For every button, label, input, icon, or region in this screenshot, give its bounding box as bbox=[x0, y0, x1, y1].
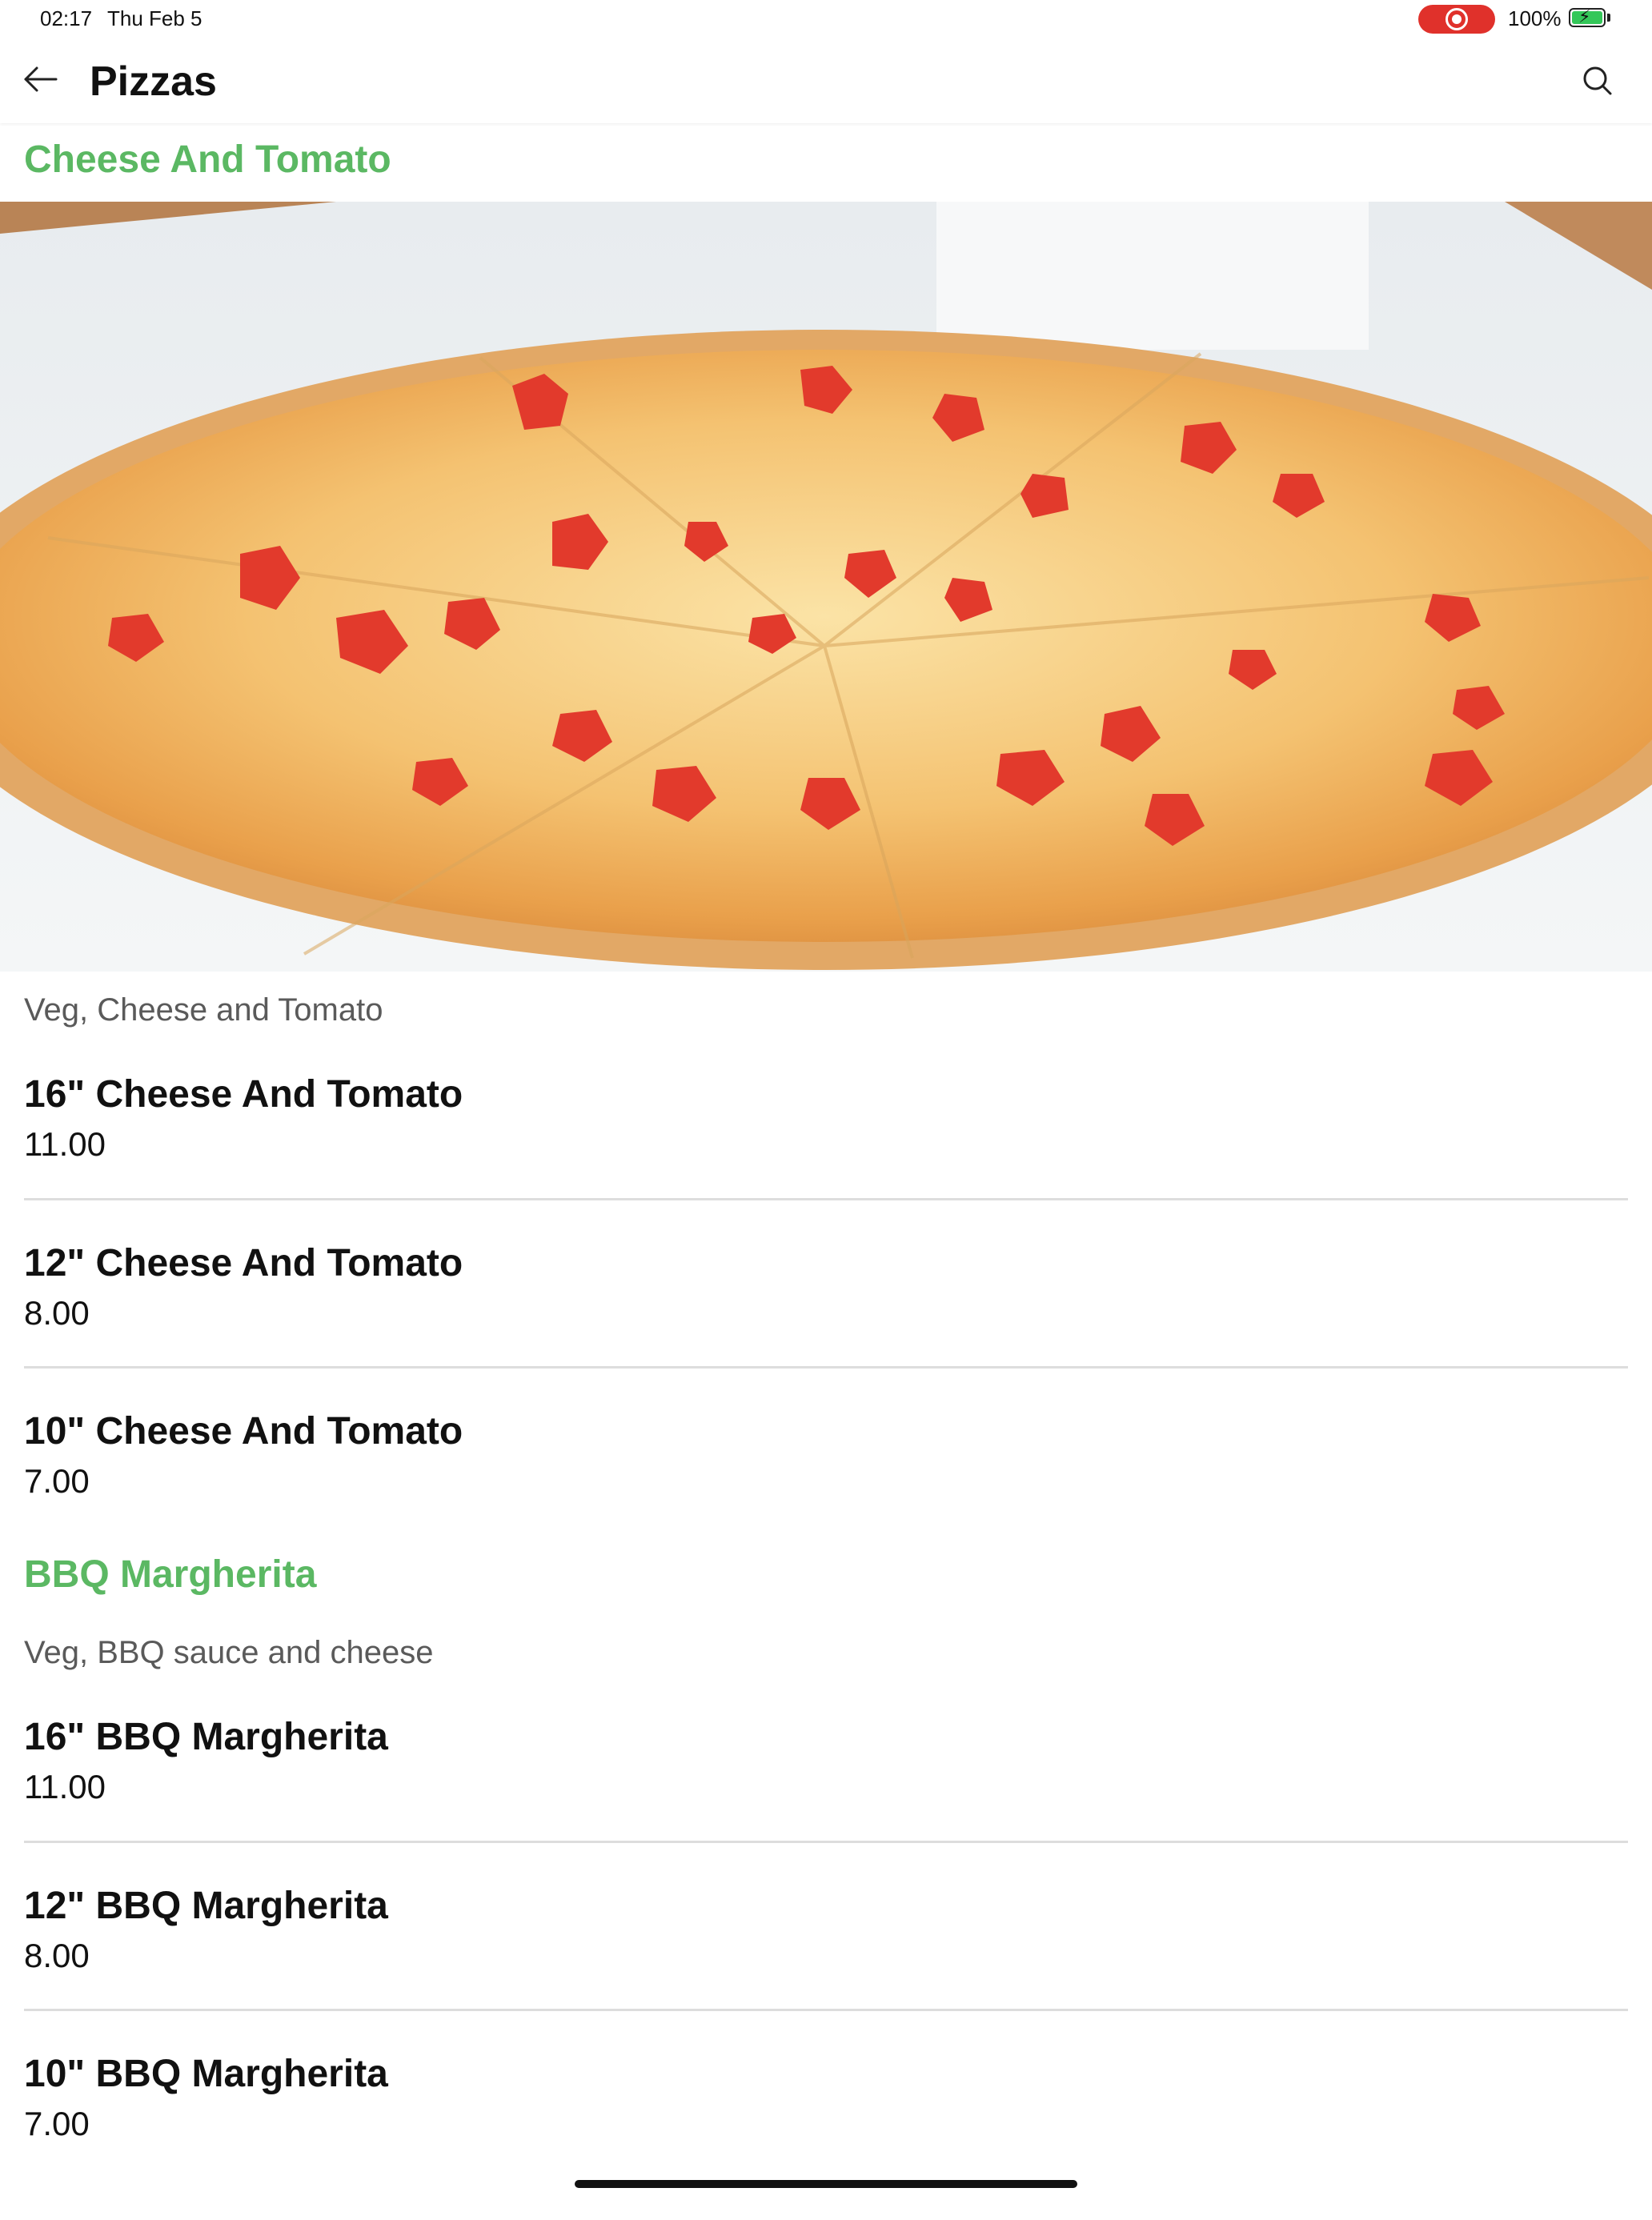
divider bbox=[24, 1366, 1628, 1368]
menu-item-10-bbq-margherita[interactable]: 10" BBQ Margherita 7.00 bbox=[24, 2052, 1628, 2220]
arrow-left-icon bbox=[24, 66, 58, 92]
item-name: 10" Cheese And Tomato bbox=[24, 1410, 463, 1453]
battery-icon: ⚡ bbox=[1569, 6, 1606, 27]
status-time: 02:17 bbox=[40, 6, 93, 30]
back-button[interactable] bbox=[18, 56, 64, 102]
divider bbox=[24, 2009, 1628, 2011]
section-description: Veg, BBQ sauce and cheese bbox=[24, 1635, 434, 1670]
item-name: 16" Cheese And Tomato bbox=[24, 1073, 463, 1116]
home-indicator[interactable] bbox=[575, 2180, 1077, 2188]
item-name: 12" BBQ Margherita bbox=[24, 1885, 388, 1927]
item-price: 8.00 bbox=[24, 1937, 90, 1974]
charging-bolt-icon: ⚡ bbox=[1578, 6, 1591, 26]
divider bbox=[24, 1198, 1628, 1200]
page-title: Pizzas bbox=[90, 58, 217, 105]
section-heading-bbq-margherita: BBQ Margherita bbox=[24, 1553, 317, 1596]
screen-recording-indicator[interactable] bbox=[1418, 5, 1495, 34]
menu-item-12-cheese-and-tomato[interactable]: 12" Cheese And Tomato 8.00 bbox=[24, 1241, 1628, 1409]
battery-percent: 100% bbox=[1508, 6, 1562, 30]
divider bbox=[24, 1841, 1628, 1843]
item-price: 7.00 bbox=[24, 2105, 90, 2142]
item-price: 8.00 bbox=[24, 1294, 90, 1332]
search-button[interactable] bbox=[1574, 59, 1622, 104]
menu-item-16-cheese-and-tomato[interactable]: 16" Cheese And Tomato 11.00 bbox=[24, 1072, 1628, 1240]
status-bar: 02:17 Thu Feb 5 100% ⚡ bbox=[0, 0, 1652, 40]
item-price: 11.00 bbox=[24, 1768, 106, 1805]
menu-item-12-bbq-margherita[interactable]: 12" BBQ Margherita 8.00 bbox=[24, 1884, 1628, 2052]
item-price: 7.00 bbox=[24, 1462, 90, 1500]
item-price: 11.00 bbox=[24, 1125, 106, 1163]
item-name: 10" BBQ Margherita bbox=[24, 2053, 388, 2095]
status-date: Thu Feb 5 bbox=[107, 6, 202, 30]
section-description: Veg, Cheese and Tomato bbox=[24, 992, 383, 1028]
item-name: 16" BBQ Margherita bbox=[24, 1716, 388, 1758]
app-header: Pizzas bbox=[0, 40, 1652, 123]
search-icon bbox=[1583, 66, 1612, 95]
menu-item-16-bbq-margherita[interactable]: 16" BBQ Margherita 11.00 bbox=[24, 1715, 1628, 1883]
section-heading-cheese-and-tomato: Cheese And Tomato bbox=[24, 138, 391, 181]
pizza-image bbox=[0, 202, 1652, 972]
item-name: 12" Cheese And Tomato bbox=[24, 1242, 463, 1284]
